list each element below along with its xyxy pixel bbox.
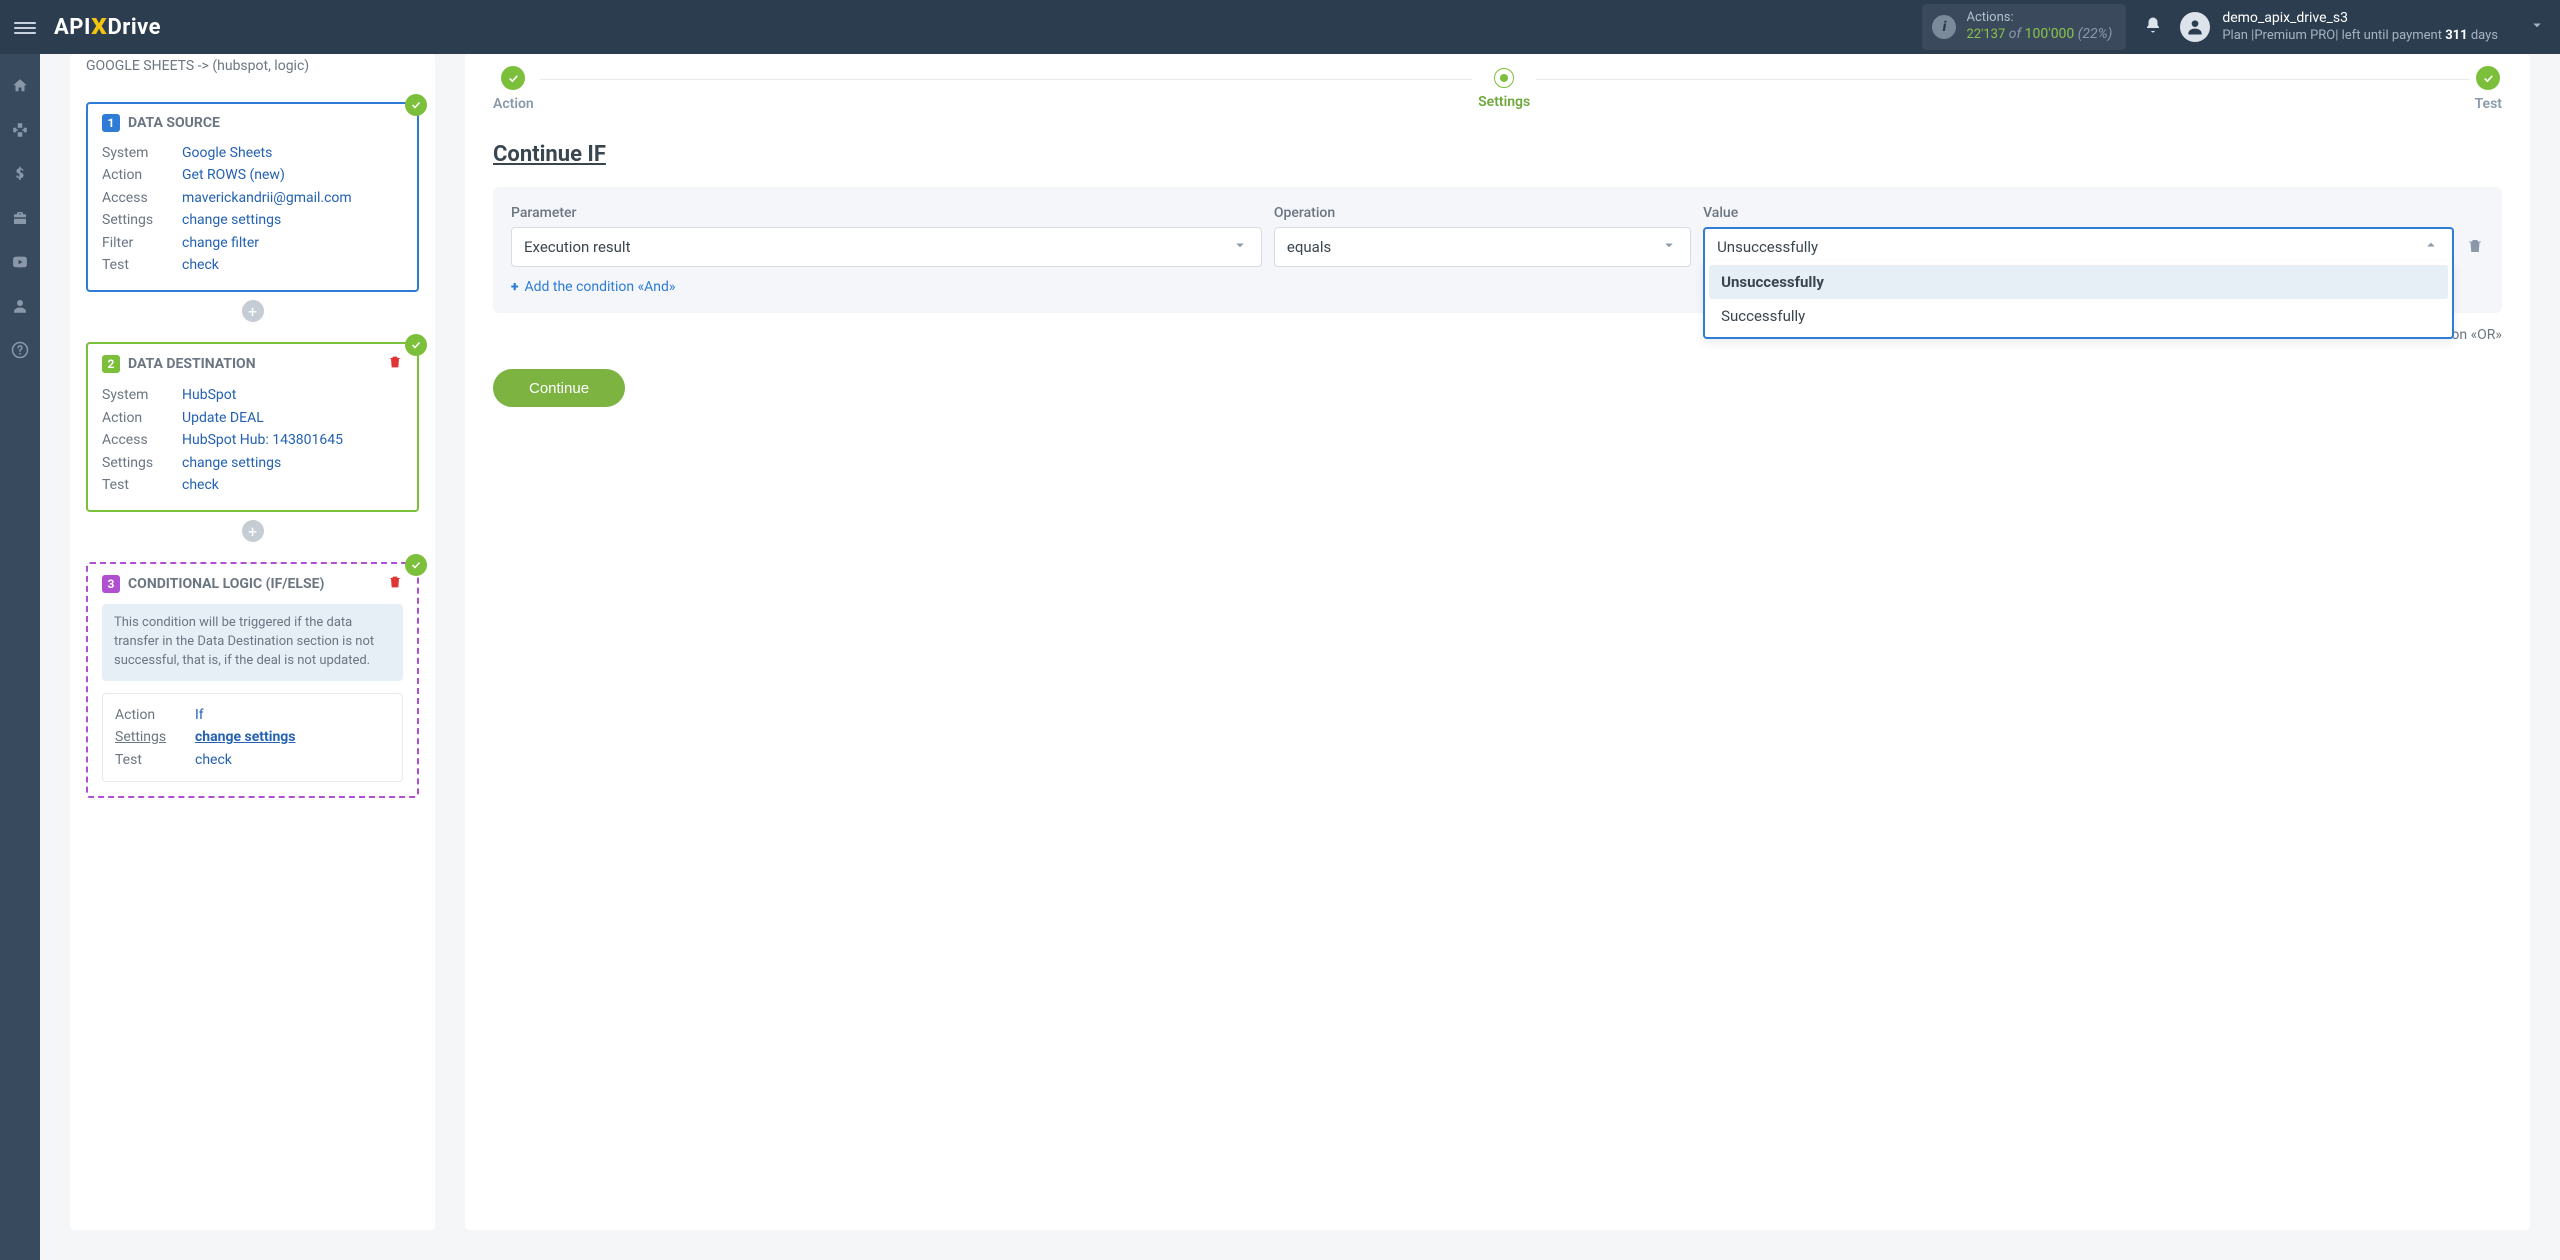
conditional-card: 3 CONDITIONAL LOGIC (IF/ELSE) This condi… [86,562,419,798]
plus-icon: + [511,279,518,295]
destination-card: 2 DATA DESTINATION SystemHubSpot ActionU… [86,342,419,512]
check-icon [405,334,427,356]
check-icon [405,94,427,116]
source-test-link[interactable]: check [182,254,219,276]
info-icon: i [1932,15,1956,39]
source-settings-link[interactable]: change settings [182,209,281,231]
source-card: 1 DATA SOURCE SystemGoogle Sheets Action… [86,102,419,292]
step-number-badge: 3 [102,575,120,593]
chevron-down-icon[interactable] [2528,16,2546,38]
dest-action-link[interactable]: Update DEAL [182,407,264,429]
dest-system-link[interactable]: HubSpot [182,384,236,406]
avatar-icon [2180,12,2210,42]
operation-select[interactable]: equals [1274,227,1691,267]
condition-panel: Parameter Execution result Operation equ… [493,187,2502,313]
step-action[interactable]: Action [493,66,534,112]
nav-user-icon[interactable] [0,286,40,326]
cond-test-link[interactable]: check [195,749,232,771]
plan-line: Plan |Premium PRO| left until payment 31… [2222,28,2498,44]
cond-settings-link[interactable]: change settings [195,726,295,748]
value-option-unsuccessfully[interactable]: Unsuccessfully [1709,265,2448,299]
continue-button[interactable]: Continue [493,369,625,407]
left-column: GOOGLE SHEETS -> (hubspot, logic) 1 DATA… [70,54,435,1230]
source-filter-link[interactable]: change filter [182,232,259,254]
actions-counter[interactable]: i Actions: 22'137 of 100'000 (22%) [1922,4,2126,50]
nav-briefcase-icon[interactable] [0,198,40,238]
cond-action-link[interactable]: If [195,704,204,726]
cond-description: This condition will be triggered if the … [102,604,403,681]
delete-condition-button[interactable] [2466,237,2484,259]
step-test[interactable]: Test [2475,66,2502,112]
logo[interactable]: APIXDrive [54,15,161,40]
nav-connections-icon[interactable] [0,110,40,150]
section-title: Continue IF [493,142,2502,167]
chevron-down-icon [1231,236,1249,258]
add-step-button[interactable]: + [242,300,264,322]
value-label: Value [1703,205,2454,221]
nav-billing-icon[interactable] [0,154,40,194]
source-title: DATA SOURCE [128,115,220,131]
topbar: APIXDrive i Actions: 22'137 of 100'000 (… [0,0,2560,54]
nav-help-icon[interactable] [0,330,40,370]
check-icon [405,554,427,576]
actions-pct: (22%) [2074,26,2112,42]
delete-conditional-button[interactable] [387,574,403,594]
step-number-badge: 2 [102,355,120,373]
delete-destination-button[interactable] [387,354,403,374]
actions-label: Actions: [1966,10,2112,26]
chevron-down-icon [1660,236,1678,258]
dest-test-link[interactable]: check [182,474,219,496]
nav-youtube-icon[interactable] [0,242,40,282]
actions-total: 100'000 [2025,26,2075,42]
value-option-successfully[interactable]: Successfully [1709,299,2448,333]
actions-used: 22'137 [1966,27,2005,42]
bell-icon[interactable] [2144,16,2162,38]
right-column: Action Settings Test Continue IF Paramet… [465,54,2530,1230]
sidenav [0,54,40,1260]
value-dropdown: Unsuccessfully Successfully [1703,261,2454,339]
source-action-link[interactable]: Get ROWS (new) [182,164,285,186]
step-settings[interactable]: Settings [1478,68,1530,110]
dest-settings-link[interactable]: change settings [182,452,281,474]
step-number-badge: 1 [102,114,120,132]
chevron-up-icon [2422,236,2440,258]
breadcrumb: GOOGLE SHEETS -> (hubspot, logic) [86,54,419,82]
hamburger-icon[interactable] [14,19,36,35]
nav-home-icon[interactable] [0,66,40,106]
parameter-label: Parameter [511,205,1262,221]
dest-access-link[interactable]: HubSpot Hub: 143801645 [182,429,343,451]
add-step-button[interactable]: + [242,520,264,542]
operation-label: Operation [1274,205,1691,221]
source-system-link[interactable]: Google Sheets [182,142,272,164]
source-access-link[interactable]: maverickandrii@gmail.com [182,187,352,209]
profile-block[interactable]: demo_apix_drive_s3 Plan |Premium PRO| le… [2180,10,2498,44]
user-name: demo_apix_drive_s3 [2222,10,2498,28]
stepper: Action Settings Test [493,66,2502,112]
parameter-select[interactable]: Execution result [511,227,1262,267]
cond-title: CONDITIONAL LOGIC (IF/ELSE) [128,576,324,592]
dest-title: DATA DESTINATION [128,356,256,372]
